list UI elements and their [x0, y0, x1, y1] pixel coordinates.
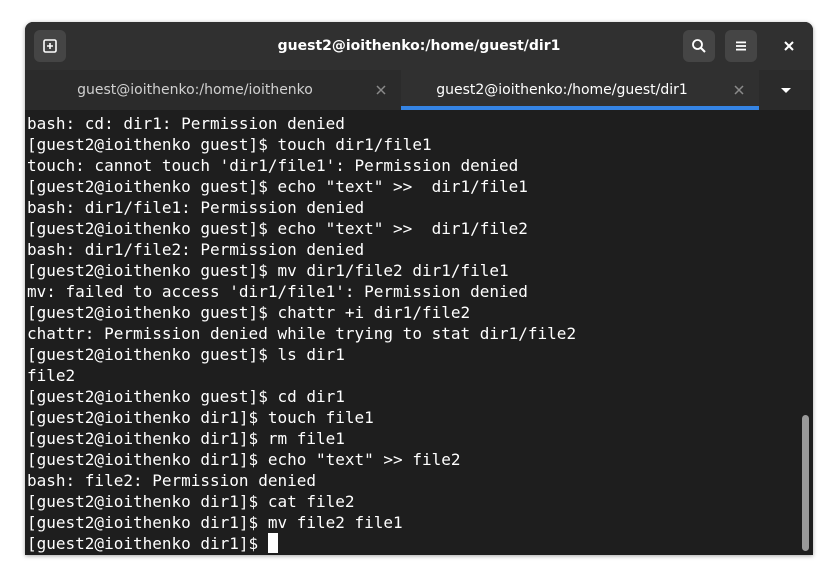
tab-label: guest2@ioithenko:/home/guest/dir1	[436, 82, 688, 98]
terminal-line: [guest2@ioithenko guest]$ cd dir1	[27, 387, 345, 406]
chevron-down-icon	[779, 85, 793, 95]
text-cursor	[267, 533, 278, 553]
terminal-line: file2	[27, 366, 76, 385]
terminal-line: [guest2@ioithenko guest]$ mv dir1/file2 …	[27, 261, 509, 280]
terminal-line: [guest2@ioithenko guest]$ chattr +i dir1…	[27, 303, 471, 322]
tab-bar: guest@ioithenko:/home/ioithenko guest2@i…	[25, 70, 813, 110]
terminal-line: [guest2@ioithenko dir1]$ cat file2	[27, 492, 355, 511]
terminal-line: [guest2@ioithenko guest]$ touch dir1/fil…	[27, 135, 432, 154]
terminal-output[interactable]: bash: cd: dir1: Permission denied [guest…	[25, 110, 813, 555]
main-menu-button[interactable]	[725, 30, 757, 62]
prompt-text: [guest2@ioithenko dir1]$	[27, 534, 268, 553]
terminal-line: touch: cannot touch 'dir1/file1': Permis…	[27, 156, 519, 175]
terminal-line: bash: file2: Permission denied	[27, 471, 316, 490]
terminal-line: [guest2@ioithenko guest]$ echo "text" >>…	[27, 177, 528, 196]
close-icon	[734, 85, 744, 95]
tab-list-button[interactable]	[759, 70, 813, 110]
hamburger-menu-icon	[733, 38, 749, 54]
title-bar[interactable]: guest2@ioithenko:/home/guest/dir1	[25, 22, 813, 70]
terminal-line: mv: failed to access 'dir1/file1': Permi…	[27, 282, 528, 301]
terminal-prompt-line[interactable]: [guest2@ioithenko dir1]$	[27, 533, 278, 554]
terminal-line: [guest2@ioithenko dir1]$ touch file1	[27, 408, 374, 427]
search-icon	[691, 38, 707, 54]
terminal-window: guest2@ioithenko:/home/guest/dir1 guest@…	[25, 22, 813, 555]
terminal-line: [guest2@ioithenko guest]$ ls dir1	[27, 345, 345, 364]
tab-close-button[interactable]	[731, 82, 747, 98]
search-button[interactable]	[683, 30, 715, 62]
terminal-line: bash: dir1/file2: Permission denied	[27, 240, 365, 259]
terminal-line: [guest2@ioithenko dir1]$ mv file2 file1	[27, 513, 403, 532]
terminal-line: bash: cd: dir1: Permission denied	[27, 114, 345, 133]
tab-label: guest@ioithenko:/home/ioithenko	[77, 82, 313, 98]
close-icon	[781, 38, 797, 54]
tab-guest2-dir1[interactable]: guest2@ioithenko:/home/guest/dir1	[401, 70, 759, 110]
scrollbar-thumb[interactable]	[802, 415, 809, 551]
terminal-line: bash: dir1/file1: Permission denied	[27, 198, 365, 217]
close-icon	[376, 85, 386, 95]
terminal-line: [guest2@ioithenko dir1]$ echo "text" >> …	[27, 450, 461, 469]
tab-guest-ioithenko[interactable]: guest@ioithenko:/home/ioithenko	[25, 70, 401, 110]
terminal-line: [guest2@ioithenko dir1]$ rm file1	[27, 429, 345, 448]
close-window-button[interactable]	[773, 30, 805, 62]
terminal-line: chattr: Permission denied while trying t…	[27, 324, 577, 343]
terminal-line: [guest2@ioithenko guest]$ echo "text" >>…	[27, 219, 528, 238]
tab-close-button[interactable]	[373, 82, 389, 98]
